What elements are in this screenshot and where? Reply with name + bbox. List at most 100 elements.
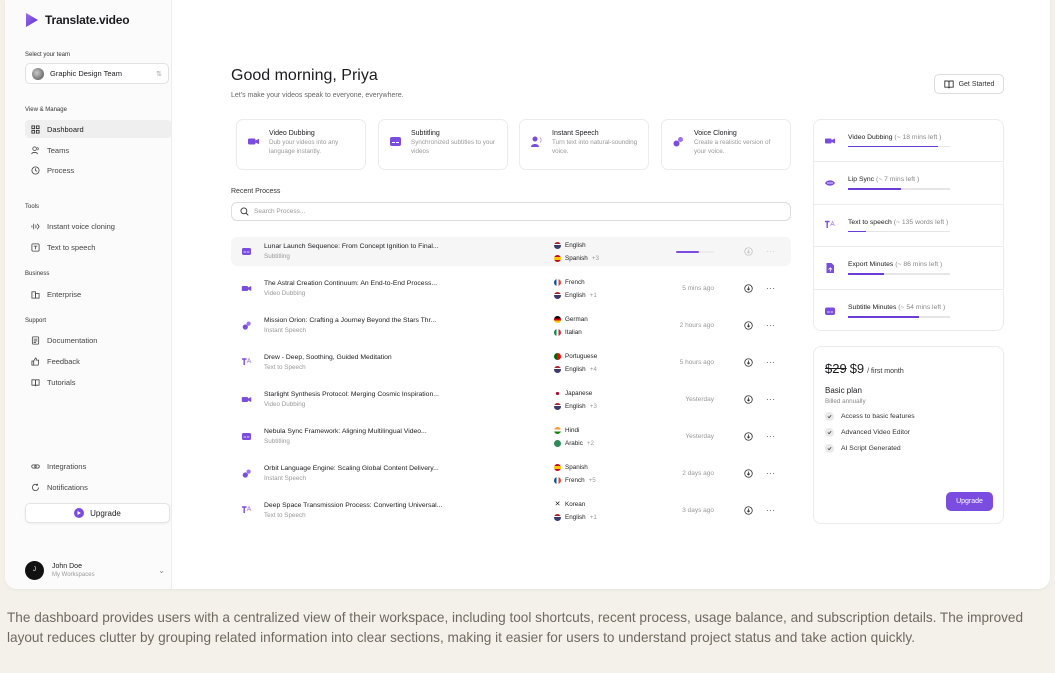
more-options-icon[interactable]: ··· [766, 247, 776, 256]
download-icon[interactable] [744, 247, 753, 256]
tool-description: Synchronized subtitles to your videos [411, 139, 496, 155]
sidebar-upgrade-button[interactable]: Upgrade [25, 503, 170, 523]
tool-card-video-dubbing[interactable]: Video Dubbing Dub your videos into any la… [236, 119, 366, 170]
sidebar-item-process[interactable]: Process [25, 161, 171, 179]
sidebar-item-instant-voice-cloning[interactable]: Instant voice cloning [25, 217, 171, 235]
upgrade-label: Upgrade [90, 508, 121, 518]
tool-title: Subtitling [411, 130, 440, 137]
plan-upgrade-button[interactable]: Upgrade [946, 492, 993, 511]
download-icon[interactable] [744, 395, 753, 404]
download-icon[interactable] [744, 469, 753, 478]
search-input[interactable] [254, 208, 754, 215]
flag-icon [554, 328, 561, 336]
sidebar-item-label: Tutorials [47, 377, 76, 387]
flag-icon [554, 426, 561, 434]
plan-feature-label: Advanced Video Editor [841, 429, 911, 436]
voice-clone-icon [673, 137, 683, 147]
sidebar-item-enterprise[interactable]: Enterprise [25, 285, 171, 303]
speaker-user-icon [531, 136, 542, 147]
process-type-icon [241, 286, 252, 291]
extra-languages-count: +4 [589, 365, 597, 373]
more-options-icon[interactable]: ··· [766, 284, 776, 293]
process-title: Starlight Synthesis Protocol: Merging Co… [264, 391, 439, 398]
tool-title: Voice Cloning [694, 130, 737, 137]
table-row[interactable]: Starlight Synthesis Protocol: Merging Co… [231, 385, 791, 414]
tool-card-voice-cloning[interactable]: Voice Cloning Create a realistic version … [661, 119, 791, 170]
more-options-icon[interactable]: ··· [766, 321, 776, 330]
table-row[interactable]: Orbit Language Engine: Scaling Global Co… [231, 459, 791, 488]
process-title: Deep Space Transmission Process: Convert… [264, 502, 443, 509]
tool-card-instant-speech[interactable]: Instant Speech Turn text into natural-sou… [519, 119, 649, 170]
table-row[interactable]: Deep Space Transmission Process: Convert… [231, 496, 791, 525]
download-icon[interactable] [744, 432, 753, 441]
get-started-button[interactable]: Get Started [934, 74, 1004, 94]
usage-remaining: (~ 135 words left ) [893, 218, 949, 226]
more-options-icon[interactable]: ··· [766, 395, 776, 404]
flag-icon [554, 513, 561, 521]
more-options-icon[interactable]: ··· [766, 358, 776, 367]
source-language: Korean [565, 500, 586, 508]
sidebar-item-label: Text to speech [47, 242, 96, 252]
plan-feature: AI Script Generated [825, 444, 992, 453]
sidebar-item-tutorials[interactable]: Tutorials [25, 373, 171, 391]
chevron-down-icon: ⌄ [158, 565, 165, 575]
target-language: Spanish [565, 254, 588, 262]
process-time: Yesterday [685, 396, 714, 403]
search-icon [240, 207, 249, 216]
process-title: The Astral Creation Continuum: An End-to… [264, 280, 438, 287]
usage-remaining: (~ 7 mins left ) [875, 176, 920, 184]
extra-languages-count: +5 [588, 476, 596, 484]
building-icon [31, 290, 40, 299]
user-menu[interactable]: J John Doe My Workspaces ⌄ [25, 558, 165, 582]
tool-title: Instant Speech [552, 130, 599, 137]
user-name: John Doe [52, 562, 82, 570]
sidebar-item-dashboard[interactable]: Dashboard [25, 120, 171, 138]
sidebar-item-label: Notifications [47, 482, 88, 492]
extra-languages-count: +1 [589, 513, 597, 521]
price-period: / first month [867, 368, 904, 375]
process-type: Subtitling [264, 438, 290, 445]
target-language: Arabic [565, 439, 583, 447]
usage-fill [848, 230, 867, 233]
lips-icon [825, 180, 835, 186]
usage-name: Lip Sync [848, 176, 875, 184]
download-icon[interactable] [744, 506, 753, 515]
sidebar-item-label: Feedback [47, 356, 80, 366]
download-icon[interactable] [744, 358, 753, 367]
usage-text-to-speech: Text to speech (~ 135 words left ) [814, 205, 1003, 248]
extra-languages-count: +2 [586, 439, 595, 447]
team-select[interactable]: Graphic Design Team ⇅ [25, 63, 169, 84]
usage-bar [848, 188, 950, 190]
source-language: Japanese [565, 389, 593, 397]
process-type: Text to Speech [264, 364, 306, 371]
table-row[interactable]: Drew - Deep, Soothing, Guided Meditation… [231, 348, 791, 377]
brand-logo[interactable]: Translate.video [25, 12, 131, 28]
flag-icon [554, 315, 561, 323]
table-row[interactable]: The Astral Creation Continuum: An End-to… [231, 274, 791, 303]
sidebar-item-teams[interactable]: Teams [25, 141, 171, 159]
more-options-icon[interactable]: ··· [766, 506, 776, 515]
more-options-icon[interactable]: ··· [766, 469, 776, 478]
flag-icon [554, 389, 561, 397]
tool-card-subtitling[interactable]: Subtitling Synchronized subtitles to your… [378, 119, 508, 170]
table-row[interactable]: Mission Orion: Crafting a Journey Beyond… [231, 311, 791, 340]
download-icon[interactable] [744, 284, 753, 293]
process-time: 3 days ago [682, 507, 714, 514]
sidebar-item-notifications[interactable]: Notifications [25, 478, 171, 496]
process-type-icon [242, 505, 252, 513]
process-type: Video Dubbing [264, 290, 306, 297]
process-languages: Spanish French +5 [554, 462, 644, 486]
subtitles-icon [390, 137, 401, 146]
sidebar-item-text-to-speech[interactable]: Text to speech [25, 238, 171, 256]
caption-text: The dashboard provides users with a cent… [7, 610, 1024, 646]
team-name: Graphic Design Team [50, 69, 122, 78]
sidebar-item-documentation[interactable]: Documentation [25, 331, 171, 349]
table-row[interactable]: Nebula Sync Framework: Aligning Multilin… [231, 422, 791, 451]
user-workspace: My Workspaces [52, 571, 95, 578]
table-row[interactable]: Lunar Launch Sequence: From Concept Igni… [231, 237, 791, 266]
download-icon[interactable] [744, 321, 753, 330]
check-icon [825, 444, 834, 453]
more-options-icon[interactable]: ··· [766, 432, 776, 441]
sidebar-item-feedback[interactable]: Feedback [25, 352, 171, 370]
sidebar-item-integrations[interactable]: Integrations [25, 457, 171, 475]
